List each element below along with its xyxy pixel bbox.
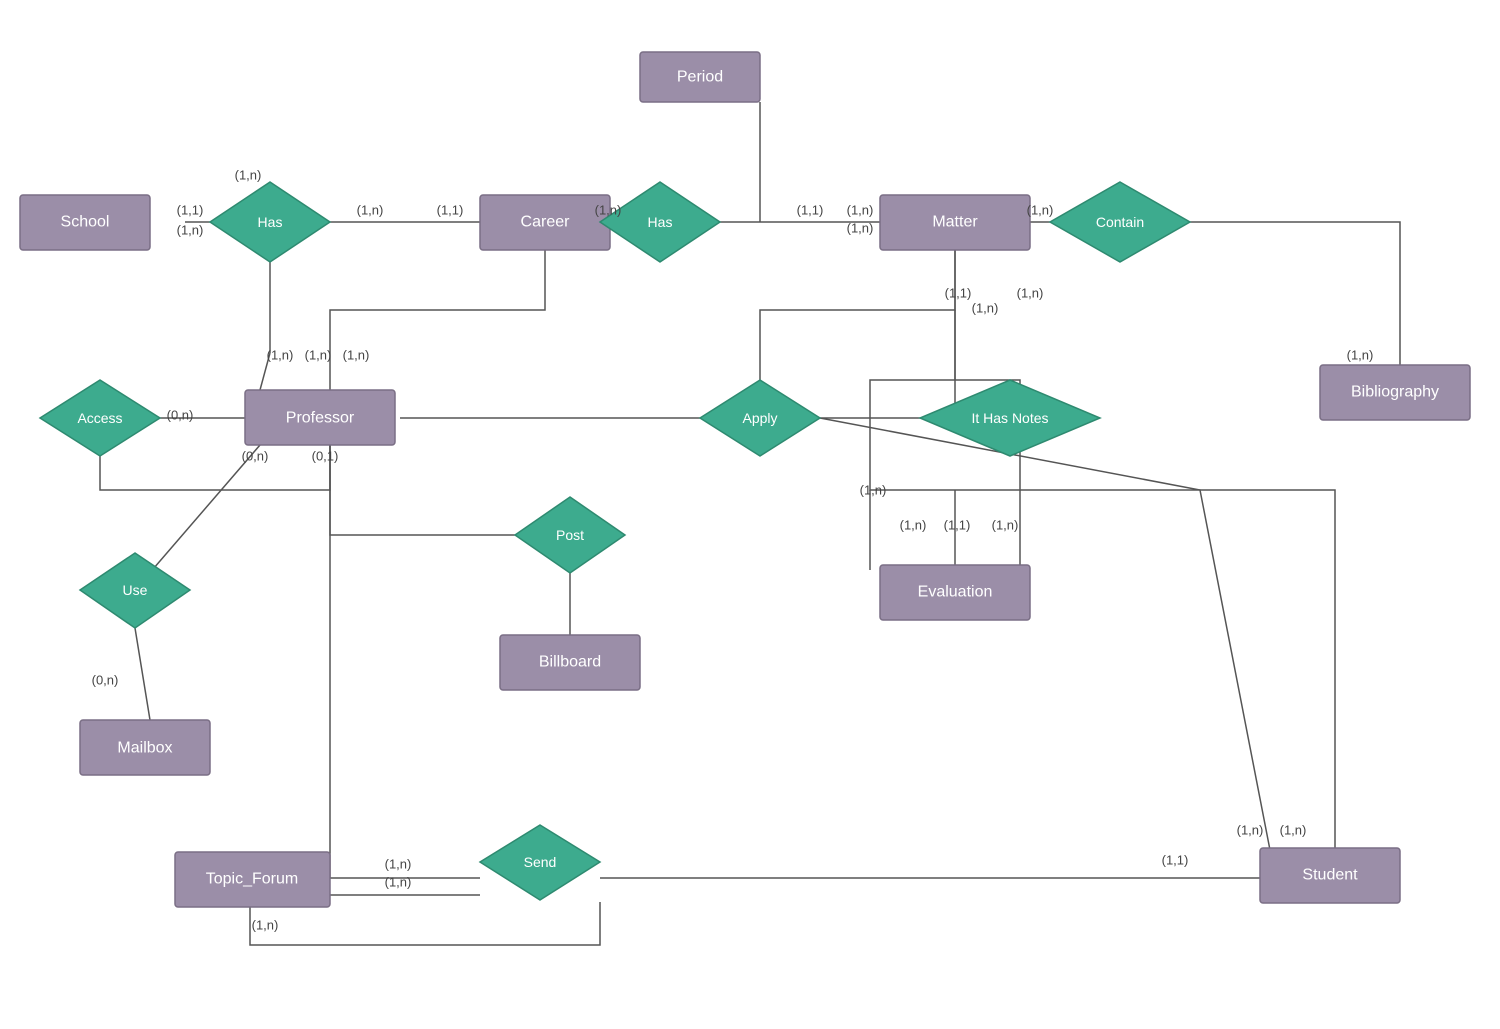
- card-apply-eval-11: (1,1): [944, 518, 971, 533]
- entity-matter-label: Matter: [932, 214, 978, 231]
- card-matter-apply-11: (1,1): [945, 286, 972, 301]
- entity-professor-label: Professor: [286, 410, 355, 427]
- card-use-mailbox-0n: (0,n): [92, 673, 119, 688]
- entity-bibliography-label: Bibliography: [1351, 384, 1439, 401]
- card-access-0n: (0,n): [167, 408, 194, 423]
- er-diagram-canvas: Period School Career Matter Bibliography…: [0, 0, 1500, 1029]
- entity-topic-forum-label: Topic_Forum: [206, 871, 298, 888]
- relation-contain-label: Contain: [1096, 214, 1144, 230]
- entity-period-label: Period: [677, 69, 723, 86]
- card-career-has1-11: (1,1): [437, 203, 464, 218]
- relation-has1-label: Has: [258, 214, 283, 230]
- entity-school-label: School: [61, 214, 110, 231]
- entity-billboard-label: Billboard: [539, 654, 601, 671]
- card-matter-has2-1n: (1,n): [847, 203, 874, 218]
- relation-has2-label: Has: [648, 214, 673, 230]
- entity-student-label: Student: [1302, 867, 1358, 884]
- relation-it-has-notes-label: It Has Notes: [971, 410, 1048, 426]
- relation-access-label: Access: [77, 410, 122, 426]
- card-topicforum-send-1n2: (1,n): [385, 875, 412, 890]
- connector-matter-apply: [760, 250, 955, 418]
- card-matter-apply-1n: (1,n): [972, 301, 999, 316]
- card-has2-matter-11: (1,1): [797, 203, 824, 218]
- card-eval-right-1n: (1,n): [992, 518, 1019, 533]
- card-has1-career-1n: (1,n): [357, 203, 384, 218]
- er-diagram: Period School Career Matter Bibliography…: [0, 0, 1500, 1029]
- entity-career-label: Career: [521, 214, 571, 231]
- entity-mailbox-label: Mailbox: [117, 740, 172, 757]
- card-contain-matter-1n: (1,n): [1027, 203, 1054, 218]
- card-has2-career-1n: (1,n): [595, 203, 622, 218]
- card-apply-ithas-1n: (1,n): [860, 483, 887, 498]
- connector-use-mailbox: [135, 628, 150, 720]
- relation-use-label: Use: [123, 582, 148, 598]
- card-student-right-1n: (1,n): [1237, 823, 1264, 838]
- card-student-right-1n2: (1,n): [1280, 823, 1307, 838]
- relation-apply-label: Apply: [742, 410, 777, 426]
- card-matter-ithas-1n: (1,n): [1017, 286, 1044, 301]
- card-topicforum-send-1n: (1,n): [385, 857, 412, 872]
- relation-post-label: Post: [556, 527, 584, 543]
- card-has1-top-1n: (1,n): [235, 168, 262, 183]
- card-access-loop-01: (0,1): [312, 449, 339, 464]
- entity-evaluation-label: Evaluation: [918, 584, 993, 601]
- card-topicforum-bottom-1n: (1,n): [252, 918, 279, 933]
- card-prof-top2: (1,n): [305, 348, 332, 363]
- connector-topicforum-bottombox: [250, 902, 600, 945]
- connector-professor-post: [330, 445, 515, 535]
- card-prof-top3: (1,n): [343, 348, 370, 363]
- relation-send-label: Send: [524, 854, 557, 870]
- connector-student-ithasnotes: [1020, 490, 1335, 850]
- card-eval-left-1n: (1,n): [900, 518, 927, 533]
- card-matter-has2-1n2: (1,n): [847, 221, 874, 236]
- card-prof-top1: (1,n): [267, 348, 294, 363]
- card-send-student-11: (1,1): [1162, 853, 1189, 868]
- card-contain-bib-1n: (1,n): [1347, 348, 1374, 363]
- connector-access-loop: [100, 445, 330, 490]
- connector-student-apply: [820, 418, 1270, 850]
- card-school-has1-11: (1,1): [177, 203, 204, 218]
- card-access-loop-0n: (0,n): [242, 449, 269, 464]
- card-school-has1-1n: (1,n): [177, 223, 204, 238]
